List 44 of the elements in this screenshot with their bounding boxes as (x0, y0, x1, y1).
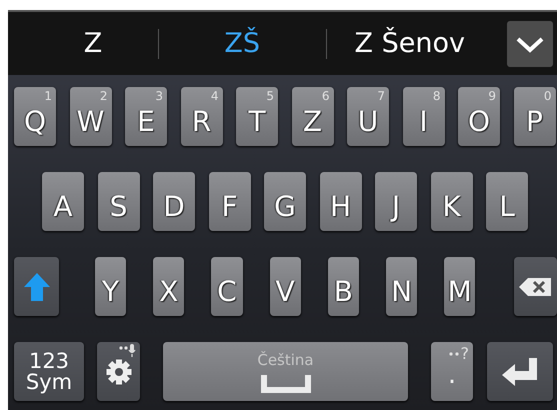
letter-key[interactable]: 0 P (514, 87, 556, 146)
dots-icon (448, 350, 460, 356)
letter-key[interactable]: H (320, 172, 362, 231)
letter-key[interactable]: N (386, 257, 418, 316)
letter-key[interactable]: 7 U (347, 87, 389, 146)
shift-key[interactable] (14, 257, 60, 316)
letter-key[interactable]: C (211, 257, 242, 316)
letter-key[interactable]: V (270, 257, 301, 316)
space-bar-icon (260, 374, 310, 392)
letter-key[interactable]: F (208, 172, 250, 231)
symbols-key[interactable]: 123 Sym (14, 342, 84, 401)
letter-key[interactable]: 1 Q (14, 87, 56, 146)
letter-key[interactable]: 5 T (236, 87, 278, 146)
shift-arrow-icon (22, 270, 51, 302)
letter-key[interactable]: D (153, 172, 195, 231)
suggestion[interactable]: Z (28, 28, 158, 59)
letter-key[interactable]: J (375, 172, 417, 231)
letter-key[interactable]: Y (94, 257, 126, 316)
enter-key[interactable] (487, 342, 553, 401)
suggestion[interactable]: Z Šenov (326, 28, 493, 59)
letter-key[interactable]: 6 Z (292, 87, 334, 146)
settings-key[interactable] (97, 342, 140, 401)
letter-key[interactable]: G (264, 172, 306, 231)
letter-key[interactable]: X (153, 257, 184, 316)
letter-key[interactable]: 4 R (180, 87, 222, 146)
enter-icon (501, 356, 539, 386)
letter-key[interactable]: S (98, 172, 140, 231)
expand-button[interactable] (507, 20, 553, 66)
period-key[interactable]: ? . (431, 342, 473, 401)
letter-key[interactable]: 9 O (458, 87, 500, 146)
space-key[interactable]: Čeština (163, 342, 408, 401)
letter-key[interactable]: 3 E (125, 87, 167, 146)
suggestion[interactable]: ZŠ (159, 28, 326, 59)
backspace-key[interactable] (514, 257, 557, 316)
letter-key[interactable]: L (486, 172, 528, 231)
letter-key[interactable]: 8 I (402, 87, 444, 146)
letter-key[interactable]: M (444, 257, 476, 316)
voice-hint-icon (119, 344, 137, 358)
letter-key[interactable]: B (328, 257, 359, 316)
letter-key[interactable]: 2 W (70, 87, 112, 146)
letter-key[interactable]: A (42, 172, 84, 231)
backspace-icon (518, 276, 552, 296)
letter-key[interactable]: K (430, 172, 472, 231)
key-hint: ? (460, 344, 469, 363)
